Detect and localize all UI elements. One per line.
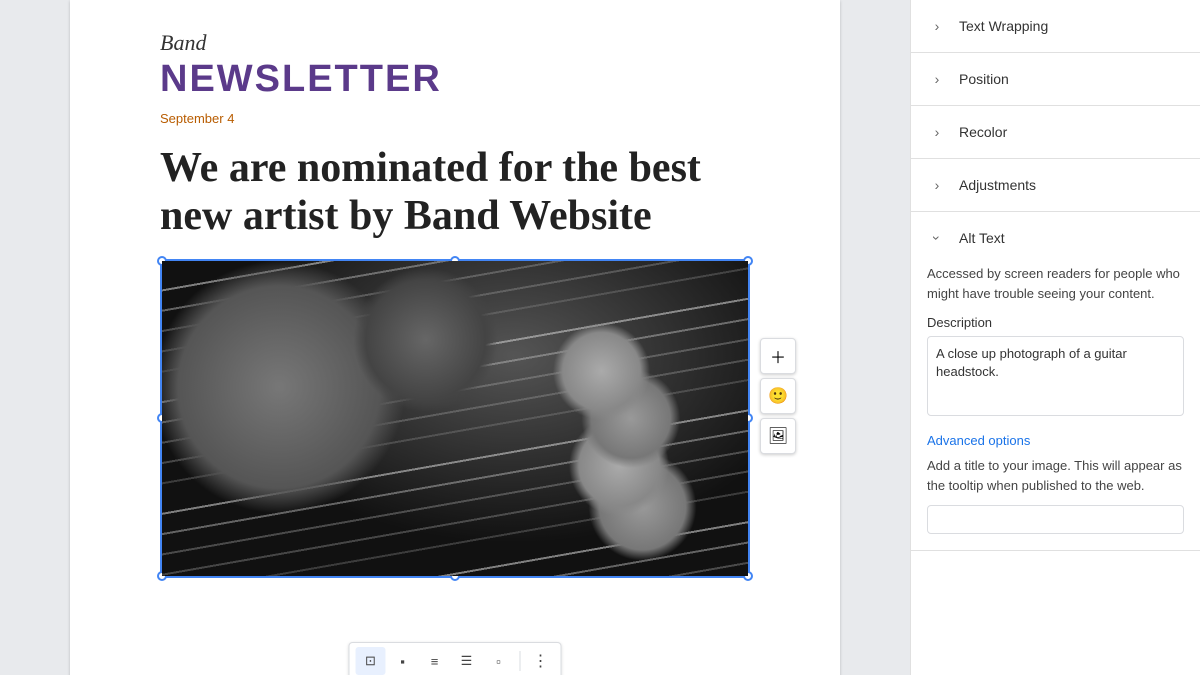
recolor-chevron-icon: › bbox=[927, 122, 947, 142]
emoji-icon: 🙂 bbox=[768, 386, 788, 406]
document-date: September 4 bbox=[160, 111, 750, 126]
alt-text-chevron-icon: › bbox=[927, 228, 947, 248]
document-area: Band NEWSLETTER September 4 We are nomin… bbox=[0, 0, 910, 675]
alt-text-label: Alt Text bbox=[959, 230, 1005, 246]
wrap-right-icon: ▫ bbox=[496, 654, 501, 669]
adjustments-chevron-icon: › bbox=[927, 175, 947, 195]
image-title-input[interactable] bbox=[927, 505, 1184, 534]
text-wrapping-row[interactable]: › Text Wrapping bbox=[911, 0, 1200, 52]
image-replace-button[interactable]: 🖼 bbox=[760, 418, 796, 454]
recolor-row[interactable]: › Recolor bbox=[911, 106, 1200, 158]
recolor-label: Recolor bbox=[959, 124, 1007, 140]
wrap-wrap-icon: ☰ bbox=[461, 653, 473, 669]
document-page: Band NEWSLETTER September 4 We are nomin… bbox=[70, 0, 840, 675]
position-chevron-icon: › bbox=[927, 69, 947, 89]
alt-text-section: › Alt Text Accessed by screen readers fo… bbox=[911, 212, 1200, 551]
text-wrapping-label: Text Wrapping bbox=[959, 18, 1048, 34]
more-options-button[interactable]: ⋮ bbox=[527, 647, 555, 675]
position-section: › Position bbox=[911, 53, 1200, 106]
image-icon: 🖼 bbox=[768, 426, 788, 446]
alt-text-header-row[interactable]: › Alt Text bbox=[927, 212, 1184, 264]
band-main-title: NEWSLETTER bbox=[160, 58, 750, 101]
guitar-image bbox=[162, 261, 748, 576]
adjustments-label: Adjustments bbox=[959, 177, 1036, 193]
advanced-options-link[interactable]: Advanced options bbox=[927, 433, 1030, 448]
image-floating-toolbar: ＋ 🙂 🖼 bbox=[760, 338, 796, 454]
description-field-label: Description bbox=[927, 315, 1184, 330]
wrap-inline-button[interactable]: ⊡ bbox=[356, 647, 386, 675]
image-format-toolbar: ⊡ ▪ ≡ ☰ ▫ ⋮ bbox=[349, 642, 562, 675]
document-headline: We are nominated for the best new artist… bbox=[160, 144, 750, 241]
add-image-button[interactable]: ＋ bbox=[760, 338, 796, 374]
adjustments-row[interactable]: › Adjustments bbox=[911, 159, 1200, 211]
wrap-right-button[interactable]: ▫ bbox=[484, 647, 514, 675]
wrap-inline-icon: ⊡ bbox=[365, 653, 376, 669]
add-icon: ＋ bbox=[770, 344, 786, 368]
adjustments-section: › Adjustments bbox=[911, 159, 1200, 212]
alt-text-description: Accessed by screen readers for people wh… bbox=[927, 264, 1184, 303]
wrap-break-button[interactable]: ≡ bbox=[420, 647, 450, 675]
text-wrapping-section: › Text Wrapping bbox=[911, 0, 1200, 53]
wrap-left-button[interactable]: ▪ bbox=[388, 647, 418, 675]
band-script-title: Band bbox=[160, 30, 750, 56]
guitar-photo bbox=[162, 261, 748, 576]
more-icon: ⋮ bbox=[533, 651, 549, 671]
wrap-wrap-button[interactable]: ☰ bbox=[452, 647, 482, 675]
text-wrapping-chevron-icon: › bbox=[927, 16, 947, 36]
selected-image[interactable]: ＋ 🙂 🖼 bbox=[160, 259, 750, 578]
advanced-options-description: Add a title to your image. This will app… bbox=[927, 456, 1184, 495]
description-textarea[interactable]: A close up photograph of a guitar headst… bbox=[927, 336, 1184, 416]
position-row[interactable]: › Position bbox=[911, 53, 1200, 105]
wrap-break-icon: ≡ bbox=[431, 654, 439, 669]
position-label: Position bbox=[959, 71, 1009, 87]
toolbar-divider bbox=[520, 651, 521, 671]
emoji-button[interactable]: 🙂 bbox=[760, 378, 796, 414]
right-panel: › Text Wrapping › Position › Recolor › A… bbox=[910, 0, 1200, 675]
recolor-section: › Recolor bbox=[911, 106, 1200, 159]
wrap-left-icon: ▪ bbox=[400, 654, 405, 669]
